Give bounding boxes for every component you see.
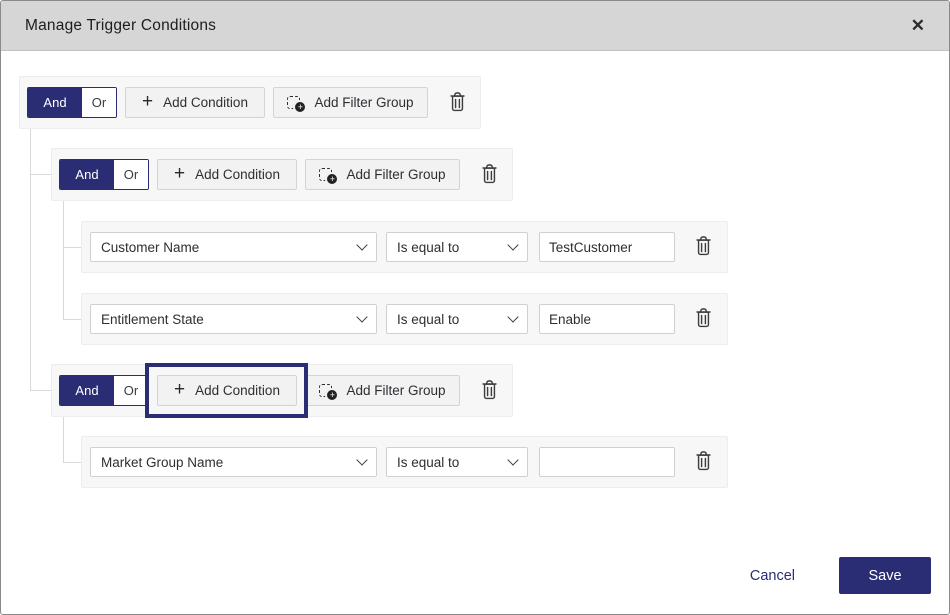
operator-select[interactable]: Is equal to — [386, 447, 528, 477]
connector-line — [63, 462, 81, 463]
connector-line — [63, 247, 81, 248]
plus-icon: + — [174, 380, 185, 399]
and-or-toggle[interactable]: And Or — [59, 159, 149, 190]
field-select[interactable]: Customer Name — [90, 232, 377, 262]
connector-line — [30, 390, 51, 391]
cancel-button[interactable]: Cancel — [750, 568, 795, 584]
connector-line — [63, 319, 81, 320]
value-input[interactable] — [539, 304, 675, 334]
operator-select[interactable]: Is equal to — [386, 232, 528, 262]
add-filter-group-button[interactable]: + Add Filter Group — [273, 87, 428, 118]
connector-line — [63, 201, 64, 319]
delete-condition-button[interactable] — [692, 305, 715, 333]
close-icon[interactable]: ✕ — [905, 13, 931, 38]
filter-group-root: And Or + Add Condition + Add Filter Grou… — [19, 76, 481, 129]
and-toggle-option[interactable]: And — [60, 376, 114, 405]
trash-icon — [448, 91, 467, 115]
filter-group-icon: + — [319, 167, 336, 183]
chevron-down-icon — [356, 239, 367, 250]
and-or-toggle[interactable]: And Or — [27, 87, 117, 118]
or-toggle-option[interactable]: Or — [114, 376, 148, 405]
chevron-down-icon — [507, 454, 518, 465]
filter-group-icon: + — [319, 383, 336, 399]
add-condition-button[interactable]: + Add Condition — [125, 87, 265, 118]
filter-group-nested-2: And Or + Add Condition + Add Filter Grou… — [51, 364, 513, 417]
delete-group-button[interactable] — [478, 377, 501, 405]
delete-group-button[interactable] — [478, 161, 501, 189]
trash-icon — [480, 379, 499, 403]
save-button[interactable]: Save — [839, 557, 931, 594]
chevron-down-icon — [507, 311, 518, 322]
trash-icon — [694, 235, 713, 259]
chevron-down-icon — [356, 454, 367, 465]
chevron-down-icon — [356, 311, 367, 322]
field-select[interactable]: Entitlement State — [90, 304, 377, 334]
trash-icon — [694, 450, 713, 474]
delete-condition-button[interactable] — [692, 233, 715, 261]
and-toggle-option[interactable]: And — [60, 160, 114, 189]
add-filter-group-button[interactable]: + Add Filter Group — [305, 159, 460, 190]
operator-select[interactable]: Is equal to — [386, 304, 528, 334]
filter-group-nested-1: And Or + Add Condition + Add Filter Grou… — [51, 148, 513, 201]
and-or-toggle[interactable]: And Or — [59, 375, 149, 406]
dialog-footer: Cancel Save — [750, 557, 931, 594]
add-condition-button[interactable]: + Add Condition — [157, 159, 297, 190]
delete-group-button[interactable] — [446, 89, 469, 117]
add-filter-group-label: Add Filter Group — [346, 167, 445, 182]
dialog-header: Manage Trigger Conditions ✕ — [1, 1, 949, 51]
or-toggle-option[interactable]: Or — [82, 88, 116, 117]
condition-row-2: Entitlement State Is equal to — [81, 293, 728, 345]
add-filter-group-label: Add Filter Group — [314, 95, 413, 110]
delete-condition-button[interactable] — [692, 448, 715, 476]
dialog-title: Manage Trigger Conditions — [25, 17, 216, 35]
add-condition-label: Add Condition — [195, 167, 280, 182]
condition-row-1: Customer Name Is equal to — [81, 221, 728, 273]
field-select[interactable]: Market Group Name — [90, 447, 377, 477]
connector-line — [30, 174, 51, 175]
connector-line — [30, 129, 31, 390]
value-input[interactable] — [539, 447, 675, 477]
plus-icon: + — [174, 164, 185, 183]
add-filter-group-button[interactable]: + Add Filter Group — [305, 375, 460, 406]
add-filter-group-label: Add Filter Group — [346, 383, 445, 398]
filter-group-icon: + — [287, 95, 304, 111]
or-toggle-option[interactable]: Or — [114, 160, 148, 189]
plus-icon: + — [142, 92, 153, 111]
trash-icon — [694, 307, 713, 331]
add-condition-button-highlighted[interactable]: + Add Condition — [157, 375, 297, 406]
chevron-down-icon — [507, 239, 518, 250]
add-condition-label: Add Condition — [163, 95, 248, 110]
condition-row-3: Market Group Name Is equal to — [81, 436, 728, 488]
manage-trigger-conditions-dialog: Manage Trigger Conditions ✕ And Or + Add… — [0, 0, 950, 615]
and-toggle-option[interactable]: And — [28, 88, 82, 117]
trash-icon — [480, 163, 499, 187]
connector-line — [63, 417, 64, 462]
value-input[interactable] — [539, 232, 675, 262]
add-condition-label: Add Condition — [195, 383, 280, 398]
